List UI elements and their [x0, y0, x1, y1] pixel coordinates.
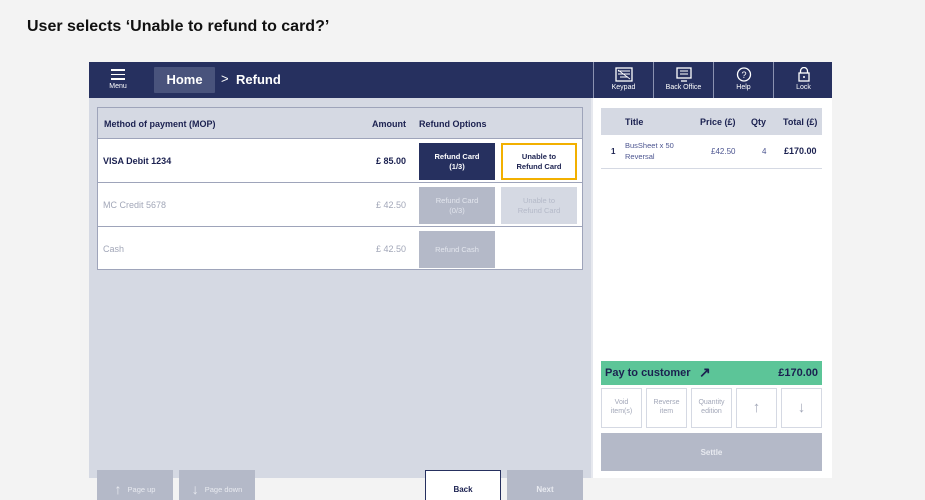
quantity-edition-button[interactable]: Quantity edition	[691, 388, 732, 428]
item-qty: 4	[762, 147, 767, 156]
unable-to-refund-card-button[interactable]: Unable to Refund Card	[501, 143, 577, 180]
arrow-down-icon: ↓	[797, 398, 806, 416]
page-up-button[interactable]: ↑ Page up	[97, 470, 173, 500]
help-icon: ?	[736, 67, 751, 82]
refund-cash-button-disabled[interactable]: Refund Cash	[419, 231, 495, 268]
arrow-up-right-icon: ↗	[699, 364, 711, 380]
unable-label-line1: Unable to	[522, 195, 556, 205]
lock-button[interactable]: Lock	[773, 62, 833, 98]
mop-amount: £ 42.50	[375, 244, 406, 254]
back-button[interactable]: Back	[425, 470, 501, 500]
help-label: Help	[736, 84, 751, 91]
reverse-item-button[interactable]: Reverse item	[646, 388, 687, 428]
basket-item[interactable]: 1 BusSheet x 50 Reversal £42.50 4 £170.00	[601, 136, 822, 169]
void-label-line1: Void	[614, 399, 629, 407]
breadcrumb-separator: >	[221, 71, 229, 86]
refund-panel: Method of payment (MOP) Amount Refund Op…	[89, 98, 591, 500]
monitor-icon	[675, 67, 692, 82]
mop-name: Cash	[103, 244, 125, 254]
reverse-label-line2: item	[659, 408, 674, 415]
mop-name: MC Credit 5678	[103, 200, 167, 210]
item-index: 1	[611, 147, 616, 156]
unable-to-refund-card-button-disabled[interactable]: Unable to Refund Card	[501, 187, 577, 224]
header-total: Total (£)	[783, 117, 818, 127]
refund-cash-label: Refund Cash	[435, 244, 479, 254]
basket-header: Title Price (£) Qty Total (£)	[601, 108, 822, 135]
reverse-label-line1: Reverse	[653, 399, 680, 407]
back-office-label: Back Office	[665, 84, 702, 91]
refund-card-button[interactable]: Refund Card (1/3)	[419, 143, 495, 180]
mop-table-header: Method of payment (MOP) Amount Refund Op…	[98, 108, 582, 139]
mop-row-mc: MC Credit 5678 £ 42.50 Refund Card (0/3) …	[98, 183, 582, 227]
header-refund-options: Refund Options	[419, 119, 487, 129]
page-up-label: Page up	[127, 484, 156, 494]
keypad-icon	[614, 67, 633, 82]
unable-label-line1: Unable to	[521, 151, 557, 161]
settle-button[interactable]: Settle	[601, 433, 822, 471]
page-caption: User selects ‘Unable to refund to card?’	[27, 18, 330, 35]
breadcrumb-current: Refund	[236, 72, 281, 87]
lock-label: Lock	[796, 84, 811, 91]
next-button[interactable]: Next	[507, 470, 583, 500]
quantity-label-line1: Quantity	[698, 399, 725, 407]
pay-label: Pay to customer	[605, 367, 691, 379]
header-amount: Amount	[372, 119, 406, 129]
mop-amount: £ 85.00	[375, 156, 406, 166]
menu-button[interactable]: Menu	[101, 68, 135, 94]
arrow-up-icon: ↑	[752, 398, 761, 416]
move-down-button[interactable]: ↓	[781, 388, 822, 428]
refund-card-count: (1/3)	[449, 161, 465, 171]
pay-to-customer-bar: Pay to customer ↗ £170.00	[601, 361, 822, 385]
item-title-line2: Reversal	[625, 151, 655, 161]
home-button[interactable]: Home	[154, 67, 215, 93]
header-qty: Qty	[751, 117, 767, 127]
page-down-label: Page down	[204, 484, 243, 494]
hamburger-icon	[111, 69, 125, 80]
menu-label: Menu	[109, 82, 127, 90]
help-button[interactable]: ? Help	[713, 62, 773, 98]
move-up-button[interactable]: ↑	[736, 388, 777, 428]
void-items-button[interactable]: Void item(s)	[601, 388, 642, 428]
arrow-up-icon: ↑	[114, 481, 122, 497]
refund-card-label: Refund Card	[434, 151, 480, 161]
mop-amount: £ 42.50	[375, 200, 406, 210]
item-total: £170.00	[784, 146, 817, 156]
arrow-down-icon: ↓	[191, 481, 199, 497]
keypad-label: Keypad	[611, 84, 636, 91]
header-method: Method of payment (MOP)	[104, 119, 216, 129]
item-price: £42.50	[711, 147, 736, 156]
header-price: Price (£)	[700, 117, 736, 127]
mop-table: Method of payment (MOP) Amount Refund Op…	[97, 107, 583, 270]
item-title-line1: BusSheet x 50	[625, 141, 674, 150]
basket-panel: Title Price (£) Qty Total (£) 1 BusSheet…	[593, 98, 832, 478]
keypad-button[interactable]: Keypad	[593, 62, 653, 98]
quantity-label-line2: edition	[701, 408, 722, 415]
back-office-button[interactable]: Back Office	[653, 62, 713, 98]
mop-row-visa: VISA Debit 1234 £ 85.00 Refund Card (1/3)…	[98, 139, 582, 183]
refund-card-label: Refund Card	[435, 195, 479, 205]
refund-card-button-disabled[interactable]: Refund Card (0/3)	[419, 187, 495, 224]
svg-text:?: ?	[741, 70, 746, 80]
pay-total: £170.00	[778, 367, 818, 379]
mop-name: VISA Debit 1234	[103, 156, 172, 166]
unable-label-line2: Refund Card	[517, 205, 561, 215]
page-down-button[interactable]: ↓ Page down	[179, 470, 255, 500]
item-title: BusSheet x 50 Reversal	[625, 141, 695, 162]
mop-row-cash: Cash £ 42.50 Refund Cash	[98, 227, 582, 271]
header-title: Title	[625, 117, 644, 127]
pos-app: Menu Home > Refund Keypad Back Office ? …	[89, 62, 832, 500]
lock-icon	[797, 67, 810, 82]
top-bar: Menu Home > Refund Keypad Back Office ? …	[89, 62, 832, 98]
void-label-line2: item(s)	[610, 408, 633, 415]
refund-card-count: (0/3)	[449, 205, 465, 215]
unable-label-line2: Refund Card	[516, 161, 562, 171]
